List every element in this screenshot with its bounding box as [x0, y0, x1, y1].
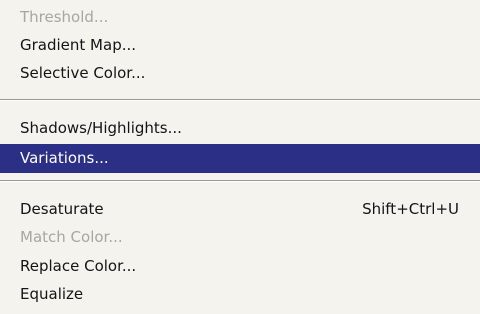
menu-item-label: Shadows/Highlights... [20, 119, 182, 137]
menu-item-gradient-map[interactable]: Gradient Map... [0, 31, 480, 59]
menu-item-threshold[interactable]: Threshold... [0, 3, 480, 31]
menu-item-desaturate[interactable]: Desaturate Shift+Ctrl+U [0, 195, 480, 223]
menu-item-label: Selective Color... [20, 64, 146, 82]
menu-item-label: Replace Color... [20, 257, 137, 275]
menu-item-label: Threshold... [20, 8, 109, 26]
menu-item-label: Desaturate [20, 200, 104, 218]
adjustments-menu: Threshold... Gradient Map... Selective C… [0, 0, 480, 314]
menu-separator [0, 180, 480, 182]
menu-item-shortcut: Shift+Ctrl+U [362, 200, 459, 218]
menu-separator [0, 99, 480, 101]
menu-item-shadows-highlights[interactable]: Shadows/Highlights... [0, 114, 480, 142]
menu-item-label: Equalize [20, 285, 84, 303]
menu-item-label: Match Color... [20, 228, 123, 246]
menu-item-selective-color[interactable]: Selective Color... [0, 59, 480, 87]
menu-item-variations[interactable]: Variations... [0, 144, 480, 173]
menu-item-equalize[interactable]: Equalize [0, 280, 480, 308]
menu-item-label: Gradient Map... [20, 36, 137, 54]
menu-item-replace-color[interactable]: Replace Color... [0, 252, 480, 280]
menu-item-match-color[interactable]: Match Color... [0, 223, 480, 251]
menu-item-label: Variations... [20, 149, 109, 167]
